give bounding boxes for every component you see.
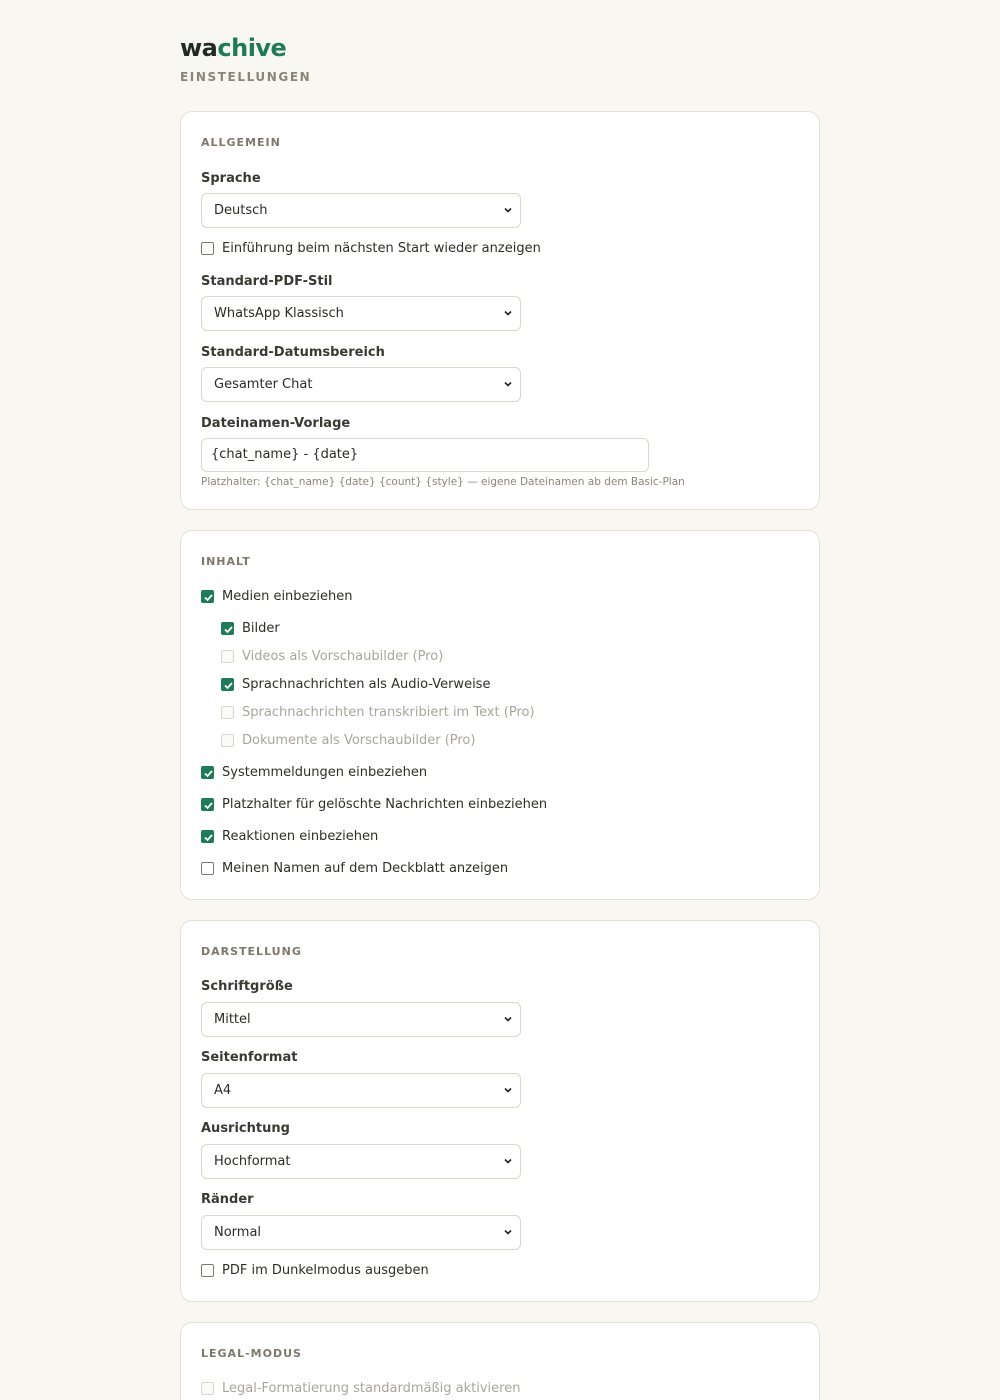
chevron-down-icon — [504, 310, 512, 316]
section-title: ALLGEMEIN — [201, 136, 281, 149]
images-checkbox[interactable] — [221, 622, 234, 635]
pdf-style-label: Standard-PDF-Stil — [201, 274, 333, 289]
system-messages-checkbox[interactable] — [201, 766, 214, 779]
chevron-down-icon — [504, 1158, 512, 1164]
date-range-label: Standard-Datumsbereich — [201, 345, 385, 360]
deleted-placeholder-checkbox-row[interactable]: Platzhalter für gelöschte Nachrichten ei… — [201, 797, 547, 812]
dark-pdf-checkbox-row[interactable]: PDF im Dunkelmodus ausgeben — [201, 1263, 429, 1278]
checkmark-icon — [204, 770, 213, 778]
pdf-style-select-value: WhatsApp Klassisch — [214, 306, 344, 321]
section-allgemein: ALLGEMEIN Sprache Deutsch Einführung bei… — [180, 111, 820, 510]
language-select-value: Deutsch — [214, 203, 268, 218]
documents-checkbox — [221, 734, 234, 747]
date-range-select[interactable]: Gesamter Chat — [201, 367, 521, 402]
dark-pdf-checkbox[interactable] — [201, 1264, 214, 1277]
intro-checkbox-row[interactable]: Einführung beim nächsten Start wieder an… — [201, 241, 541, 256]
checkmark-icon — [204, 594, 213, 602]
orientation-select-value: Hochformat — [214, 1154, 291, 1169]
legal-default-checkbox-row: Legal-Formatierung standardmäßig aktivie… — [201, 1381, 520, 1396]
section-title: LEGAL-MODUS — [201, 1347, 302, 1360]
checkmark-icon — [204, 802, 213, 810]
margins-select[interactable]: Normal — [201, 1215, 521, 1250]
my-name-cover-checkbox-label: Meinen Namen auf dem Deckblatt anzeigen — [222, 861, 509, 876]
app-logo: wachive — [180, 34, 287, 62]
reactions-checkbox[interactable] — [201, 830, 214, 843]
section-darstellung: DARSTELLUNG Schriftgröße Mittel Seitenfo… — [180, 920, 820, 1302]
documents-checkbox-row: Dokumente als Vorschaubilder (Pro) — [221, 733, 475, 748]
intro-checkbox[interactable] — [201, 242, 214, 255]
filename-template-input[interactable]: {chat_name} - {date} — [201, 438, 649, 472]
dark-pdf-checkbox-label: PDF im Dunkelmodus ausgeben — [222, 1263, 429, 1278]
page-title: EINSTELLUNGEN — [180, 70, 312, 84]
margins-select-value: Normal — [214, 1225, 262, 1240]
voice-transcribed-checkbox-label: Sprachnachrichten transkribiert im Text … — [242, 705, 535, 720]
media-checkbox-row[interactable]: Medien einbeziehen — [201, 589, 352, 604]
checkmark-icon — [224, 626, 233, 634]
media-checkbox-label: Medien einbeziehen — [222, 589, 353, 604]
language-label: Sprache — [201, 171, 261, 186]
intro-checkbox-label: Einführung beim nächsten Start wieder an… — [222, 241, 541, 256]
font-size-label: Schriftgröße — [201, 979, 293, 994]
logo-part-wa: wa — [180, 34, 218, 62]
chevron-down-icon — [504, 1087, 512, 1093]
chevron-down-icon — [504, 1229, 512, 1235]
font-size-select-value: Mittel — [214, 1012, 251, 1027]
chevron-down-icon — [504, 381, 512, 387]
videos-checkbox-label: Videos als Vorschaubilder (Pro) — [242, 649, 444, 664]
images-checkbox-row[interactable]: Bilder — [221, 621, 280, 636]
page-format-select[interactable]: A4 — [201, 1073, 521, 1108]
voice-transcribed-checkbox-row: Sprachnachrichten transkribiert im Text … — [221, 705, 535, 720]
legal-default-checkbox — [201, 1382, 214, 1395]
pdf-style-select[interactable]: WhatsApp Klassisch — [201, 296, 521, 331]
section-inhalt: INHALT Medien einbeziehen Bilder Videos … — [180, 530, 820, 900]
deleted-placeholder-checkbox[interactable] — [201, 798, 214, 811]
legal-default-checkbox-label: Legal-Formatierung standardmäßig aktivie… — [222, 1381, 521, 1396]
orientation-label: Ausrichtung — [201, 1121, 290, 1136]
section-title: DARSTELLUNG — [201, 945, 302, 958]
logo-part-chive: chive — [217, 34, 287, 62]
voice-audio-checkbox-label: Sprachnachrichten als Audio-Verweise — [242, 677, 491, 692]
images-checkbox-label: Bilder — [242, 621, 280, 636]
orientation-select[interactable]: Hochformat — [201, 1144, 521, 1179]
section-legal-modus: LEGAL-MODUS Legal-Formatierung standardm… — [180, 1322, 820, 1400]
voice-audio-checkbox-row[interactable]: Sprachnachrichten als Audio-Verweise — [221, 677, 490, 692]
page-format-label: Seitenformat — [201, 1050, 298, 1065]
font-size-select[interactable]: Mittel — [201, 1002, 521, 1037]
filename-label: Dateinamen-Vorlage — [201, 416, 351, 431]
system-messages-checkbox-row[interactable]: Systemmeldungen einbeziehen — [201, 765, 427, 780]
my-name-cover-checkbox[interactable] — [201, 862, 214, 875]
checkmark-icon — [224, 682, 233, 690]
language-select[interactable]: Deutsch — [201, 193, 521, 228]
date-range-select-value: Gesamter Chat — [214, 377, 313, 392]
reactions-checkbox-label: Reaktionen einbeziehen — [222, 829, 379, 844]
filename-hint: Platzhalter: {chat_name} {date} {count} … — [201, 476, 685, 488]
checkmark-icon — [204, 834, 213, 842]
videos-checkbox — [221, 650, 234, 663]
system-messages-checkbox-label: Systemmeldungen einbeziehen — [222, 765, 428, 780]
voice-audio-checkbox[interactable] — [221, 678, 234, 691]
media-checkbox[interactable] — [201, 590, 214, 603]
deleted-placeholder-checkbox-label: Platzhalter für gelöschte Nachrichten ei… — [222, 797, 548, 812]
chevron-down-icon — [504, 207, 512, 213]
reactions-checkbox-row[interactable]: Reaktionen einbeziehen — [201, 829, 378, 844]
margins-label: Ränder — [201, 1192, 254, 1207]
documents-checkbox-label: Dokumente als Vorschaubilder (Pro) — [242, 733, 476, 748]
videos-checkbox-row: Videos als Vorschaubilder (Pro) — [221, 649, 443, 664]
page-format-select-value: A4 — [214, 1083, 232, 1098]
section-title: INHALT — [201, 555, 251, 568]
chevron-down-icon — [504, 1016, 512, 1022]
voice-transcribed-checkbox — [221, 706, 234, 719]
my-name-cover-checkbox-row[interactable]: Meinen Namen auf dem Deckblatt anzeigen — [201, 861, 508, 876]
